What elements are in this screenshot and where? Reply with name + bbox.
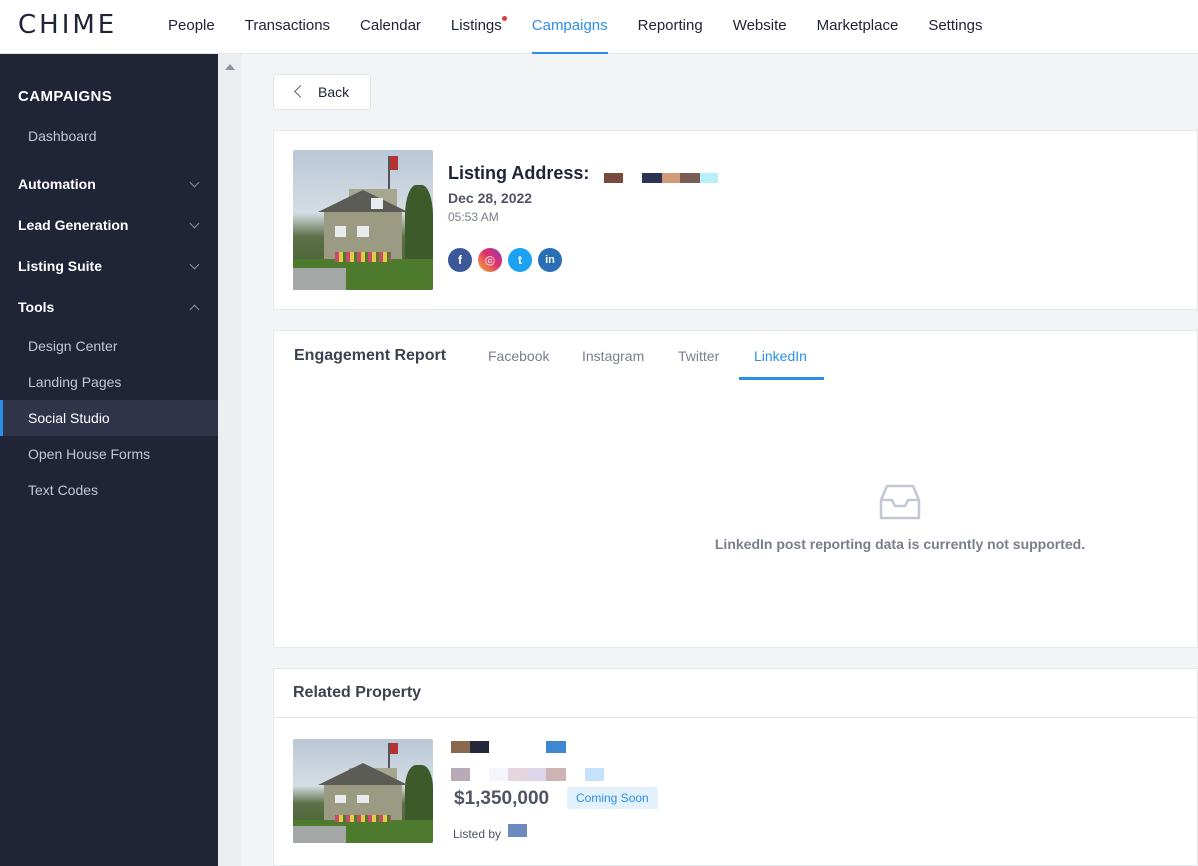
nav-calendar[interactable]: Calendar — [345, 0, 436, 54]
nav-reporting[interactable]: Reporting — [623, 0, 718, 54]
nav-listings[interactable]: Listings — [436, 0, 517, 54]
active-tab-indicator — [739, 377, 824, 380]
sidebar-group-label: Automation — [18, 176, 96, 192]
notification-dot — [501, 16, 507, 21]
chevron-up-icon — [189, 304, 200, 315]
tab-facebook[interactable]: Facebook — [488, 348, 549, 364]
redacted-address — [604, 173, 623, 183]
instagram-icon[interactable]: ◎ — [478, 248, 502, 272]
redacted-city — [585, 768, 604, 781]
sidebar-group-label: Lead Generation — [18, 217, 129, 233]
twitter-icon[interactable]: t — [508, 248, 532, 272]
top-navigation-bar: CHIME People Transactions Calendar Listi… — [0, 0, 1198, 54]
redacted-address — [662, 173, 680, 183]
divider — [273, 717, 1198, 718]
back-button-label: Back — [318, 84, 350, 100]
nav-transactions[interactable]: Transactions — [230, 0, 345, 54]
nav-listings-label: Listings — [450, 17, 502, 34]
engagement-report-card — [273, 330, 1198, 648]
sidebar-item-text-codes[interactable]: Text Codes — [0, 472, 218, 508]
chime-logo[interactable]: CHIME — [18, 10, 117, 40]
linkedin-icon[interactable]: in — [538, 248, 562, 272]
main-nav: People Transactions Calendar Listings Ca… — [153, 0, 998, 54]
status-badge: Coming Soon — [567, 787, 658, 809]
sidebar-item-landing-pages[interactable]: Landing Pages — [0, 364, 218, 400]
scroll-up-arrow-icon[interactable] — [225, 64, 235, 70]
redacted-address — [470, 741, 489, 753]
back-button[interactable]: Back — [273, 74, 371, 110]
chevron-left-icon — [294, 85, 307, 98]
sidebar-group-tools[interactable]: Tools — [0, 289, 218, 325]
redacted-agent — [508, 824, 527, 837]
nav-campaigns[interactable]: Campaigns — [517, 0, 623, 54]
sidebar-item-open-house-forms[interactable]: Open House Forms — [0, 436, 218, 472]
redacted-city — [508, 768, 527, 781]
listing-time: 05:53 AM — [448, 210, 499, 224]
chevron-down-icon — [189, 177, 200, 188]
nav-marketplace[interactable]: Marketplace — [802, 0, 914, 54]
scrollbar[interactable] — [218, 54, 242, 866]
tab-instagram[interactable]: Instagram — [582, 348, 644, 364]
property-photo[interactable] — [293, 739, 433, 843]
chevron-down-icon — [189, 259, 200, 270]
property-price: $1,350,000 — [454, 788, 550, 809]
redacted-address — [451, 741, 470, 753]
tab-twitter[interactable]: Twitter — [678, 348, 719, 364]
empty-inbox-icon — [879, 484, 921, 520]
chevron-down-icon — [189, 218, 200, 229]
related-property-title: Related Property — [293, 684, 422, 701]
sidebar-group-automation[interactable]: Automation — [0, 166, 218, 202]
sidebar-group-lead-generation[interactable]: Lead Generation — [0, 207, 218, 243]
redacted-city — [489, 768, 508, 781]
listing-date: Dec 28, 2022 — [448, 190, 533, 206]
facebook-icon[interactable]: f — [448, 248, 472, 272]
redacted-city — [546, 768, 566, 781]
redacted-address — [700, 173, 718, 183]
redacted-address — [680, 173, 700, 183]
listing-address-label: Listing Address: — [448, 163, 590, 183]
nav-people[interactable]: People — [153, 0, 230, 54]
sidebar-item-design-center[interactable]: Design Center — [0, 328, 218, 364]
sidebar-item-social-studio[interactable]: Social Studio — [0, 400, 218, 436]
tab-linkedin[interactable]: LinkedIn — [754, 348, 807, 364]
nav-settings[interactable]: Settings — [913, 0, 997, 54]
sidebar: CAMPAIGNS Dashboard Automation Lead Gene… — [0, 54, 218, 866]
engagement-report-title: Engagement Report — [294, 347, 447, 364]
redacted-address — [546, 741, 566, 753]
empty-state-message: LinkedIn post reporting data is currentl… — [714, 536, 1086, 552]
sidebar-item-dashboard[interactable]: Dashboard — [0, 118, 218, 154]
nav-website[interactable]: Website — [718, 0, 802, 54]
redacted-address — [642, 173, 662, 183]
redacted-city — [451, 768, 470, 781]
sidebar-group-label: Listing Suite — [18, 258, 102, 274]
redacted-city — [527, 768, 546, 781]
sidebar-title: CAMPAIGNS — [18, 88, 113, 105]
sidebar-group-label: Tools — [18, 299, 55, 315]
listing-photo — [293, 150, 433, 290]
listed-by-label: Listed by — [453, 827, 502, 841]
sidebar-group-listing-suite[interactable]: Listing Suite — [0, 248, 218, 284]
